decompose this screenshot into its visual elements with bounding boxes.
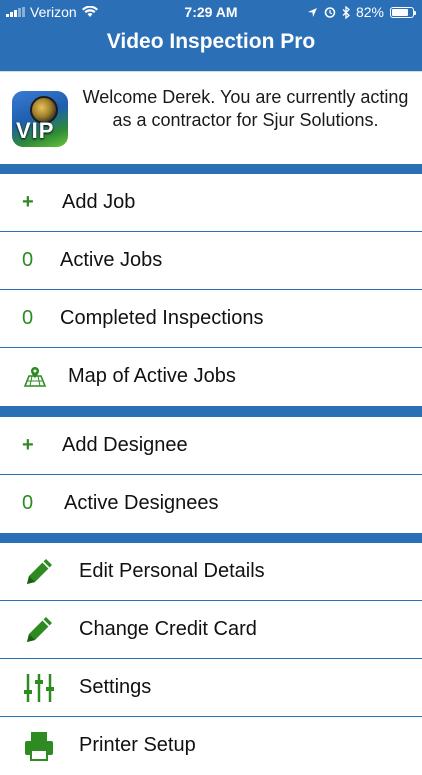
completed-inspections-label: Completed Inspections [60, 307, 264, 329]
printer-setup-label: Printer Setup [79, 734, 196, 756]
active-jobs-row[interactable]: 0 Active Jobs [0, 232, 422, 290]
active-jobs-count: 0 [22, 249, 34, 271]
battery-percent: 82% [355, 4, 384, 20]
add-designee-label: Add Designee [62, 434, 188, 456]
designee-group: + Add Designee 0 Active Designees [0, 417, 422, 533]
active-jobs-label: Active Jobs [60, 249, 163, 271]
pencil-icon [22, 601, 56, 658]
active-designees-count: 0 [22, 492, 34, 514]
app-logo: VIP [12, 91, 68, 147]
plus-icon: + [22, 191, 34, 213]
edit-personal-details-label: Edit Personal Details [79, 560, 265, 582]
settings-group: Edit Personal Details Change Credit Card… [0, 543, 422, 775]
completed-inspections-row[interactable]: 0 Completed Inspections [0, 290, 422, 348]
active-designees-row[interactable]: 0 Active Designees [0, 475, 422, 533]
page-title: Video Inspection Pro [106, 30, 316, 53]
welcome-card: VIP Welcome Derek. You are currently act… [0, 71, 422, 164]
map-icon [22, 348, 48, 405]
welcome-message: Welcome Derek. You are currently acting … [82, 87, 409, 130]
battery-icon [390, 6, 416, 18]
change-credit-card-label: Change Credit Card [79, 618, 257, 640]
add-job-label: Add Job [62, 191, 136, 213]
add-designee-row[interactable]: + Add Designee [0, 417, 422, 475]
alarm-icon [324, 7, 336, 18]
jobs-group: + Add Job 0 Active Jobs 0 Completed Insp… [0, 174, 422, 406]
map-active-jobs-row[interactable]: Map of Active Jobs [0, 348, 422, 406]
printer-setup-row[interactable]: Printer Setup [0, 717, 422, 775]
active-designees-label: Active Designees [64, 492, 219, 514]
app-logo-text: VIP [16, 118, 55, 143]
location-icon [307, 7, 317, 17]
sliders-icon [22, 659, 56, 716]
edit-personal-details-row[interactable]: Edit Personal Details [0, 543, 422, 601]
completed-inspections-count: 0 [22, 307, 34, 329]
pencil-icon [22, 543, 56, 600]
bluetooth-icon [342, 5, 350, 19]
add-job-row[interactable]: + Add Job [0, 174, 422, 232]
settings-label: Settings [79, 676, 152, 698]
settings-row[interactable]: Settings [0, 659, 422, 717]
printer-icon [22, 717, 56, 774]
map-active-jobs-label: Map of Active Jobs [68, 365, 236, 387]
plus-icon: + [22, 434, 34, 456]
status-bar: Verizon 7:29 AM 82% [0, 0, 422, 24]
change-credit-card-row[interactable]: Change Credit Card [0, 601, 422, 659]
